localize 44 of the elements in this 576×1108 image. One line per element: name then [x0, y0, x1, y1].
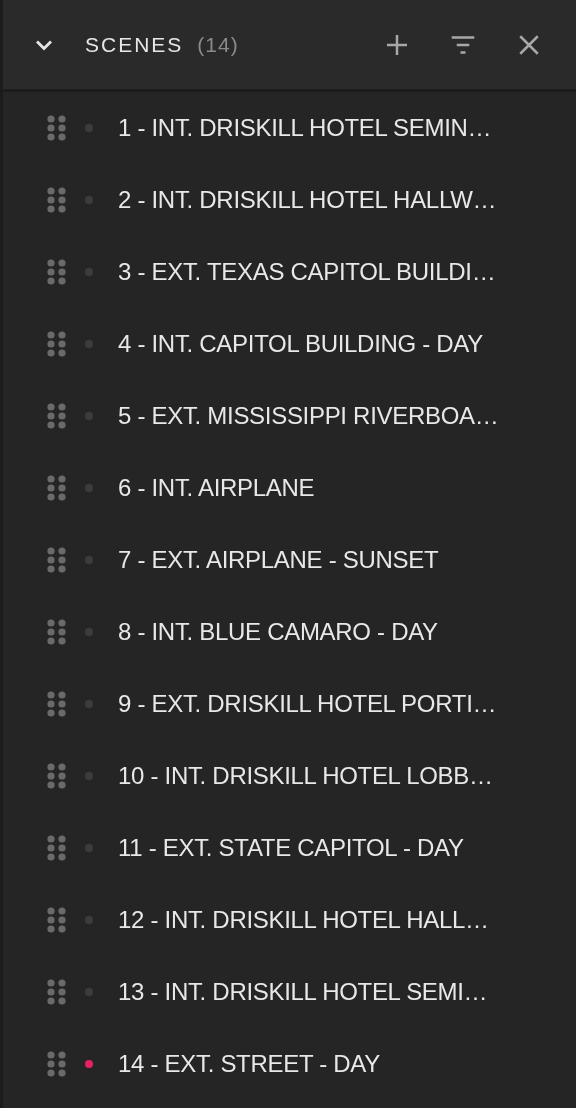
drag-handle-icon[interactable] [47, 115, 67, 141]
drag-handle-icon[interactable] [47, 475, 67, 501]
scene-item[interactable]: 12 - INT. DRISKILL HOTEL HALL… [3, 884, 576, 956]
scene-title: 12 - INT. DRISKILL HOTEL HALL… [118, 906, 489, 934]
drag-handle-icon[interactable] [47, 979, 67, 1005]
scene-item[interactable]: 4 - INT. CAPITOL BUILDING - DAY [3, 308, 576, 380]
scene-item[interactable]: 3 - EXT. TEXAS CAPITOL BUILDI… [3, 236, 576, 308]
scene-title: 1 - INT. DRISKILL HOTEL SEMIN… [118, 114, 492, 142]
drag-handle-icon[interactable] [47, 259, 67, 285]
drag-handle-icon[interactable] [47, 1051, 67, 1077]
scene-count: (14) [197, 32, 239, 57]
scene-title: 7 - EXT. AIRPLANE - SUNSET [118, 546, 439, 574]
scene-item[interactable]: 6 - INT. AIRPLANE [3, 452, 576, 524]
scene-title: 4 - INT. CAPITOL BUILDING - DAY [118, 330, 483, 358]
drag-handle-icon[interactable] [47, 907, 67, 933]
drag-handle-icon[interactable] [47, 331, 67, 357]
drag-handle-icon[interactable] [47, 763, 67, 789]
scene-title: 2 - INT. DRISKILL HOTEL HALLW… [118, 186, 497, 214]
drag-handle-icon[interactable] [47, 403, 67, 429]
scene-item[interactable]: 11 - EXT. STATE CAPITOL - DAY [3, 812, 576, 884]
scene-item[interactable]: 8 - INT. BLUE CAMARO - DAY [3, 596, 576, 668]
scene-title: 11 - EXT. STATE CAPITOL - DAY [118, 834, 464, 862]
scene-item[interactable]: 5 - EXT. MISSISSIPPI RIVERBOA… [3, 380, 576, 452]
scene-item[interactable]: 2 - INT. DRISKILL HOTEL HALLW… [3, 164, 576, 236]
drag-handle-icon[interactable] [47, 187, 67, 213]
scene-title: 6 - INT. AIRPLANE [118, 474, 315, 502]
drag-handle-icon[interactable] [47, 547, 67, 573]
drag-handle-icon[interactable] [47, 835, 67, 861]
scene-title: 14 - EXT. STREET - DAY [118, 1050, 380, 1078]
scene-item[interactable]: 10 - INT. DRISKILL HOTEL LOBB… [3, 740, 576, 812]
scene-title: 5 - EXT. MISSISSIPPI RIVERBOA… [118, 402, 499, 430]
scene-item[interactable]: 1 - INT. DRISKILL HOTEL SEMIN… [3, 92, 576, 164]
scene-item[interactable]: 7 - EXT. AIRPLANE - SUNSET [3, 524, 576, 596]
scene-item[interactable]: 14 - EXT. STREET - DAY [3, 1028, 576, 1100]
scene-title: 3 - EXT. TEXAS CAPITOL BUILDI… [118, 258, 496, 286]
drag-handle-icon[interactable] [47, 691, 67, 717]
scene-item[interactable]: 13 - INT. DRISKILL HOTEL SEMI… [3, 956, 576, 1028]
scene-title: 13 - INT. DRISKILL HOTEL SEMI… [118, 978, 488, 1006]
drag-handle-icon[interactable] [47, 619, 67, 645]
scene-title: 8 - INT. BLUE CAMARO - DAY [118, 618, 438, 646]
panel-title: SCENES [85, 32, 184, 57]
scene-title: 10 - INT. DRISKILL HOTEL LOBB… [118, 762, 493, 790]
scene-title: 9 - EXT. DRISKILL HOTEL PORTI… [118, 690, 497, 718]
scene-item[interactable]: 9 - EXT. DRISKILL HOTEL PORTI… [3, 668, 576, 740]
